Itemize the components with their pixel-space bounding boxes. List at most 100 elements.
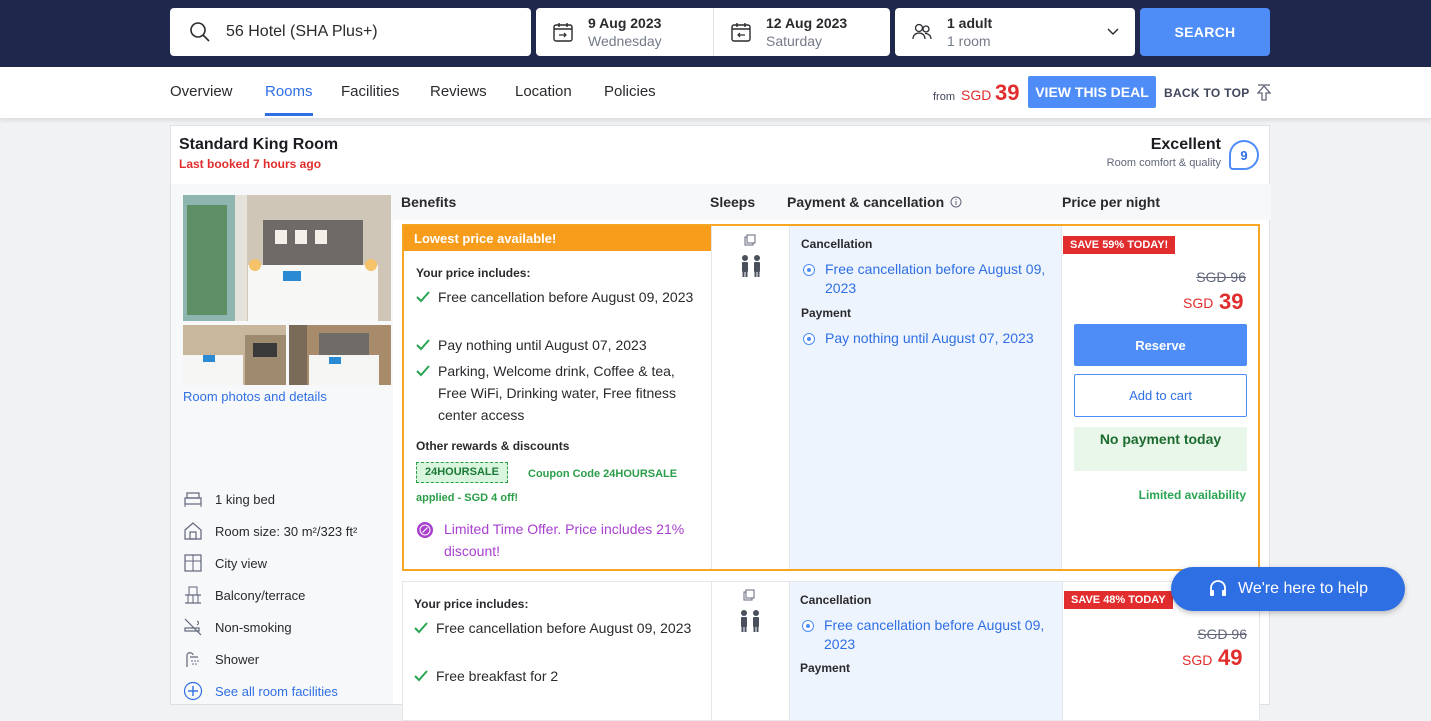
feature-label: Non-smoking [215, 619, 292, 635]
offer-row-1: Lowest price available! Your price inclu… [402, 224, 1260, 571]
rewards-title: Other rewards & discounts [416, 439, 570, 453]
from-currency: SGD [961, 87, 992, 103]
adult-count: 1 adult [947, 15, 993, 31]
see-all-facilities-link[interactable]: See all room facilities [183, 681, 338, 701]
bedroom-photo [289, 325, 391, 385]
shower-icon [186, 652, 199, 667]
tab-rooms[interactable]: Rooms [265, 83, 313, 116]
tab-location[interactable]: Location [515, 83, 572, 100]
reserve-button[interactable]: Reserve [1074, 324, 1247, 366]
promo-text: Limited Time Offer. Price includes 21% d… [444, 521, 685, 559]
add-to-cart-button[interactable]: Add to cart [1074, 374, 1247, 417]
header-benefits: Benefits [401, 194, 457, 210]
checkout-date: 12 Aug 2023 [766, 15, 848, 31]
guests-icon [912, 23, 932, 40]
back-to-top-label: BACK TO TOP [1164, 86, 1250, 100]
cancellation-link[interactable]: Free cancellation before August 09, 2023 [802, 616, 1052, 654]
room-photos-link[interactable]: Room photos and details [183, 389, 327, 404]
tab-policies[interactable]: Policies [604, 83, 656, 100]
guest-selector[interactable]: 1 adult 1 room [895, 8, 1135, 56]
checkin-date: 9 Aug 2023 [588, 15, 662, 31]
price-amount: 49 [1218, 645, 1243, 670]
rating-score: 9 [1229, 140, 1259, 170]
divider [789, 226, 790, 569]
payment-title: Payment [800, 661, 851, 675]
header-payment: Payment & cancellation [787, 194, 962, 210]
house-icon [184, 522, 202, 540]
bullet-dot [803, 333, 815, 345]
calendar-checkout-icon [731, 23, 751, 42]
benefit-text: Pay nothing until August 07, 2023 [438, 337, 647, 353]
header-price: Price per night [1062, 194, 1161, 210]
last-booked: Last booked 7 hours ago [179, 157, 322, 171]
save-tag: SAVE 48% TODAY [1064, 591, 1173, 609]
offer-row-2: Your price includes: Free cancellation b… [402, 581, 1260, 721]
tab-reviews[interactable]: Reviews [430, 83, 487, 100]
checkmark-icon [416, 339, 430, 351]
cancellation-text: Free cancellation before August 09, 2023 [825, 261, 1046, 296]
feature-shower: Shower [183, 649, 259, 669]
checkmark-icon [414, 622, 428, 634]
two-adults-icon [741, 610, 759, 632]
sleeps-info-icon[interactable] [743, 589, 755, 601]
feature-label: 1 king bed [215, 491, 275, 507]
date-picker[interactable]: 9 Aug 2023 Wednesday 12 Aug 2023 Saturda… [536, 8, 890, 56]
room-photo-main[interactable] [183, 195, 391, 321]
arrow-up-icon [1256, 84, 1271, 101]
search-button[interactable]: SEARCH [1140, 8, 1270, 56]
from-price: 39 [995, 80, 1020, 105]
no-smoking-icon [184, 618, 202, 636]
checkout-day: Saturday [766, 33, 823, 49]
payment-link[interactable]: Pay nothing until August 07, 2023 [803, 329, 1058, 348]
calendar-checkin-icon [553, 23, 573, 42]
checkmark-icon [416, 291, 430, 303]
info-icon[interactable] [950, 196, 962, 208]
help-label: We're here to help [1238, 580, 1368, 597]
price-currency: SGD [1183, 295, 1214, 311]
room-photo-3[interactable] [289, 325, 391, 385]
includes-title: Your price includes: [416, 266, 531, 280]
tab-facilities[interactable]: Facilities [341, 83, 399, 100]
original-price: SGD 96 [1197, 626, 1247, 642]
cancellation-text: Free cancellation before August 09, 2023 [824, 617, 1045, 652]
room-photo-2[interactable] [183, 325, 286, 385]
bullet-dot [802, 620, 814, 632]
balcony-icon [185, 586, 201, 604]
search-query: 56 Hotel (SHA Plus+) [226, 23, 378, 40]
window-icon [184, 554, 202, 572]
view-deal-button[interactable]: VIEW THIS DEAL [1028, 76, 1156, 108]
price-amount: 39 [1219, 289, 1244, 314]
no-payment-note: No payment today [1074, 427, 1247, 471]
feature-bed: 1 king bed [183, 489, 275, 509]
benefit-item: Free breakfast for 2 [414, 665, 694, 687]
bedroom-photo [183, 325, 286, 385]
payment-text: Pay nothing until August 07, 2023 [825, 330, 1034, 346]
lowest-price-banner: Lowest price available! [404, 226, 711, 251]
feature-label: Balcony/terrace [215, 587, 306, 603]
sleeps-info-icon[interactable] [744, 234, 756, 246]
help-chat-button[interactable]: We're here to help [1171, 567, 1405, 611]
benefit-text: Free cancellation before August 09, 2023 [438, 289, 694, 305]
headset-icon [1210, 580, 1227, 596]
checkin-field[interactable]: 9 Aug 2023 Wednesday [536, 8, 713, 56]
checkmark-icon [414, 670, 428, 682]
tab-overview[interactable]: Overview [170, 83, 233, 100]
section-nav: Overview Rooms Facilities Reviews Locati… [0, 67, 1431, 119]
back-to-top-link[interactable]: BACK TO TOP [1164, 84, 1272, 102]
checkout-field[interactable]: 12 Aug 2023 Saturday [713, 8, 890, 56]
see-all-facilities-label: See all room facilities [215, 683, 338, 699]
limited-offer-promo: Limited Time Offer. Price includes 21% d… [416, 518, 706, 562]
availability-note: Limited availability [1138, 488, 1246, 502]
bed-icon [184, 492, 202, 507]
benefit-item: Free cancellation before August 09, 2023 [414, 617, 694, 639]
cancellation-title: Cancellation [801, 237, 873, 251]
rating-word: Excellent [1150, 136, 1221, 153]
hotel-search-input[interactable]: 56 Hotel (SHA Plus+) [170, 8, 531, 56]
divider [711, 582, 712, 720]
benefit-item: Pay nothing until August 07, 2023 [416, 334, 696, 356]
discount-badge-icon [417, 522, 433, 538]
cancellation-link[interactable]: Free cancellation before August 09, 2023 [803, 260, 1053, 298]
search-header: 56 Hotel (SHA Plus+) 9 Aug 2023 Wednesda… [0, 0, 1431, 67]
bedroom-photo [183, 195, 391, 321]
benefit-text: Parking, Welcome drink, Coffee & tea, Fr… [438, 363, 677, 423]
